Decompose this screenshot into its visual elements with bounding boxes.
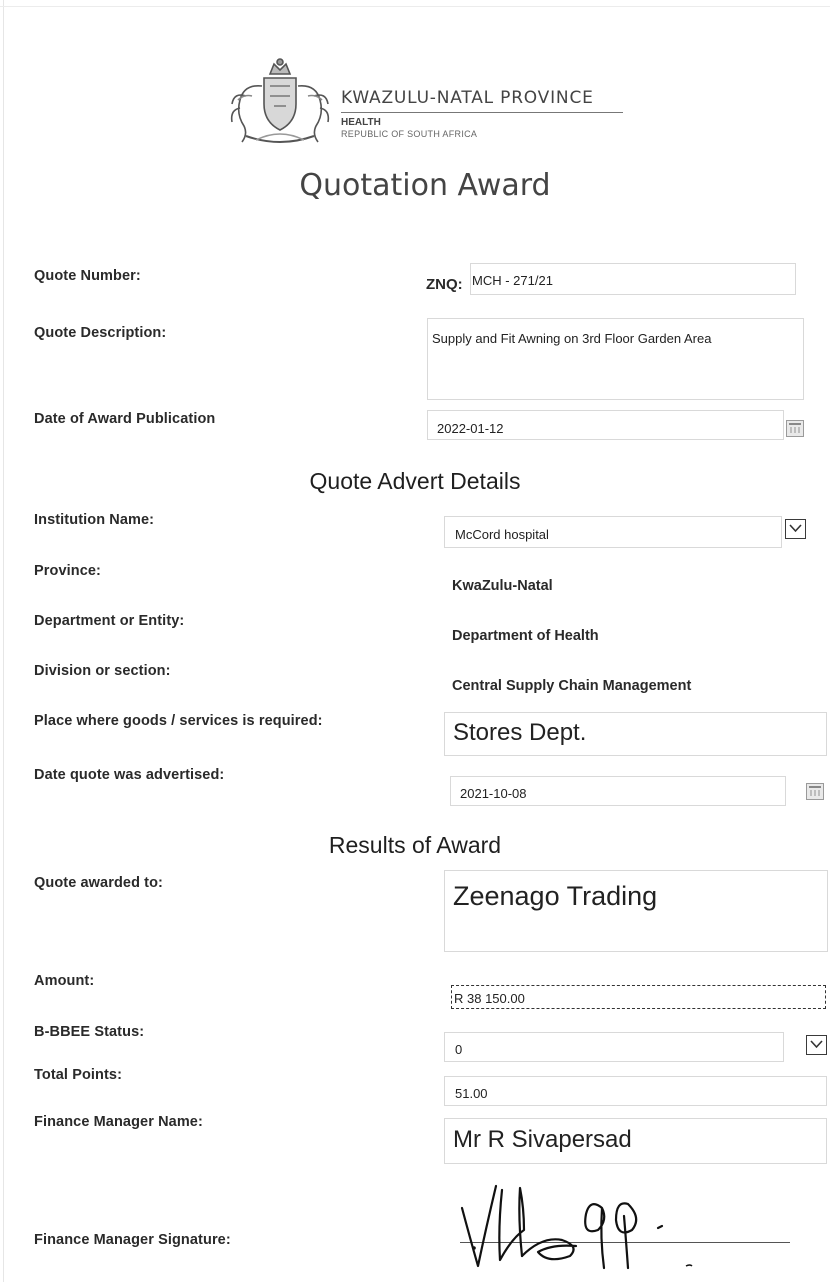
institution-select[interactable]: McCord hospital — [444, 516, 782, 548]
awarded-to-label: Quote awarded to: — [34, 875, 163, 891]
finance-manager-signature-label: Finance Manager Signature: — [34, 1232, 231, 1248]
quote-number-value: MCH - 271/21 — [472, 273, 553, 288]
award-date-value: 2022-01-12 — [437, 421, 504, 436]
chevron-down-icon — [789, 524, 802, 533]
province-title: KWAZULU-NATAL PROVINCE — [341, 88, 594, 108]
quote-description-field[interactable]: Supply and Fit Awning on 3rd Floor Garde… — [427, 318, 804, 400]
amount-field[interactable]: R 38 150.00 — [451, 985, 826, 1009]
bbbee-status-select[interactable]: 0 — [444, 1032, 784, 1062]
quote-description-value: Supply and Fit Awning on 3rd Floor Garde… — [432, 331, 712, 346]
advert-heading: Quote Advert Details — [309, 468, 521, 494]
quote-description-label: Quote Description: — [34, 325, 167, 341]
department-label: Department or Entity: — [34, 613, 185, 629]
advertised-date-label: Date quote was advertised: — [34, 767, 225, 783]
advertised-date-calendar-icon[interactable] — [806, 783, 824, 800]
total-points-label: Total Points: — [34, 1067, 123, 1083]
country-name: REPUBLIC OF SOUTH AFRICA — [341, 129, 478, 139]
division-value: Central Supply Chain Management — [452, 678, 692, 694]
finance-manager-name-value: Mr R Sivapersad — [453, 1126, 632, 1153]
awarded-to-value: Zeenago Trading — [453, 881, 658, 911]
total-points-field[interactable]: 51.00 — [444, 1076, 827, 1106]
award-date-label: Date of Award Publication — [34, 411, 216, 427]
place-value: Stores Dept. — [453, 719, 587, 746]
place-label: Place where goods / services is required… — [34, 713, 323, 729]
chevron-down-icon — [810, 1040, 823, 1049]
total-points-value: 51.00 — [455, 1086, 488, 1101]
coat-of-arms-logo — [226, 56, 334, 148]
award-date-field[interactable]: 2022-01-12 — [427, 410, 784, 440]
amount-label: Amount: — [34, 973, 95, 989]
province-label: Province: — [34, 563, 101, 579]
bbbee-status-value: 0 — [455, 1042, 463, 1057]
results-heading: Results of Award — [328, 832, 502, 858]
page-title: Quotation Award — [299, 168, 551, 203]
province-title-underline — [341, 112, 623, 113]
institution-value: McCord hospital — [455, 527, 549, 542]
division-label: Division or section: — [34, 663, 171, 679]
finance-manager-name-label: Finance Manager Name: — [34, 1114, 203, 1130]
province-value: KwaZulu-Natal — [452, 578, 553, 594]
bbbee-status-label: B-BBEE Status: — [34, 1024, 145, 1040]
advertised-date-field[interactable]: 2021-10-08 — [450, 776, 786, 806]
page-edge-top — [0, 6, 830, 7]
quote-number-prefix: ZNQ: — [426, 276, 463, 293]
bbbee-dropdown-button[interactable] — [806, 1035, 827, 1055]
department-name: HEALTH — [341, 117, 381, 128]
finance-manager-name-field[interactable]: Mr R Sivapersad — [444, 1118, 827, 1164]
handwritten-signature — [452, 1168, 702, 1278]
advertised-date-value: 2021-10-08 — [460, 786, 527, 801]
place-field[interactable]: Stores Dept. — [444, 712, 827, 756]
institution-dropdown-button[interactable] — [785, 519, 806, 539]
quote-number-field[interactable]: MCH - 271/21 — [470, 263, 796, 295]
award-date-calendar-icon[interactable] — [786, 420, 804, 437]
department-value: Department of Health — [452, 628, 599, 644]
quote-number-label: Quote Number: — [34, 268, 141, 284]
institution-label: Institution Name: — [34, 512, 155, 528]
awarded-to-field[interactable]: Zeenago Trading — [444, 870, 828, 952]
amount-value: R 38 150.00 — [454, 991, 525, 1006]
